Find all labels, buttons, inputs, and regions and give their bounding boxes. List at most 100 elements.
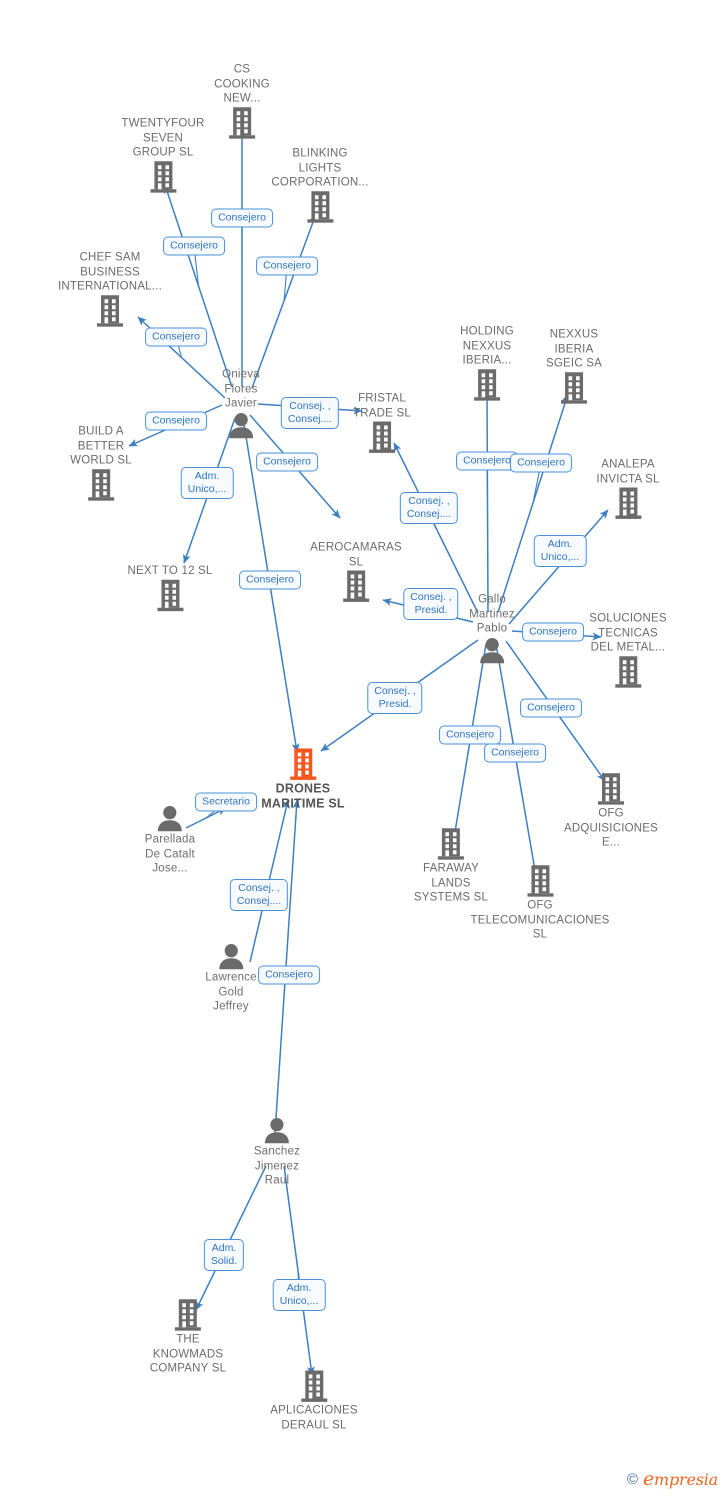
node-holding-nexxus[interactable]: HOLDING NEXXUS IBERIA...	[460, 324, 514, 402]
person-avatar-icon	[219, 944, 243, 970]
company-building-icon	[560, 371, 587, 404]
company-icon-wrap	[310, 570, 402, 604]
company-building-icon	[369, 421, 395, 453]
company-building-icon	[438, 828, 464, 860]
node-aplicaciones-deraul[interactable]: APLICACIONES DERAUL SL	[270, 1370, 358, 1433]
node-label: BUILD A BETTER WORLD SL	[70, 425, 132, 467]
node-gallo-martinez[interactable]: Gallo Martinez Pablo	[469, 592, 515, 664]
node-label: TWENTYFOUR SEVEN GROUP SL	[121, 117, 205, 159]
node-analepa-invicta[interactable]: ANALEPA INVICTA SL	[596, 458, 659, 521]
edge-label-gallo-martinez-to-holding-nexxus[interactable]: Consejero	[456, 451, 518, 471]
node-knowmads[interactable]: THE KNOWMADS COMPANY SL	[150, 1298, 226, 1376]
edge-label-onieva-flores-to-chef-sam[interactable]: Consejero	[145, 327, 207, 347]
edge-label-sanchez-jimenez-to-drones-maritime[interactable]: Consejero	[258, 965, 320, 985]
node-twentyfour-seven[interactable]: TWENTYFOUR SEVEN GROUP SL	[121, 116, 204, 194]
node-chef-sam[interactable]: CHEF SAM BUSINESS INTERNATIONAL...	[58, 250, 162, 328]
company-building-icon	[96, 294, 123, 327]
company-building-icon	[301, 1370, 327, 1402]
company-icon-wrap	[214, 106, 270, 140]
edge-label-gallo-martinez-to-soluciones-metal[interactable]: Consejero	[522, 622, 584, 642]
copyright-icon: ©	[626, 1470, 638, 1488]
node-onieva-flores[interactable]: Onieva Flores Javier	[222, 367, 260, 439]
company-building-icon	[473, 368, 500, 401]
company-building-icon	[527, 865, 553, 897]
edge-label-gallo-martinez-to-aerocamaras[interactable]: Consej. , Presid.	[403, 588, 459, 620]
company-icon-wrap	[596, 487, 659, 521]
node-nexxus-iberia[interactable]: NEXXUS IBERIA SGEIC SA	[546, 327, 602, 405]
person-icon-wrap	[145, 804, 195, 832]
edge-onieva-flores-to-blinking-lights	[251, 213, 317, 389]
company-icon-wrap	[270, 1370, 357, 1404]
edge-label-gallo-martinez-to-drones-maritime[interactable]: Consej. , Presid.	[367, 682, 423, 714]
node-label: OFG TELECOMUNICACIONES SL	[470, 899, 610, 941]
company-icon-wrap	[589, 655, 666, 689]
node-sanchez-jimenez[interactable]: Sanchez Jimenez Raul	[254, 1116, 300, 1188]
node-label: FRISTAL TRADE SL	[353, 392, 411, 420]
edge-label-onieva-flores-to-cs-cooking[interactable]: Consejero	[211, 208, 273, 228]
company-building-icon	[289, 748, 316, 780]
company-icon-wrap	[414, 827, 488, 861]
person-icon-wrap	[205, 942, 256, 970]
edge-label-gallo-martinez-to-ofg-adquisiciones[interactable]: Consejero	[520, 698, 582, 718]
company-icon-wrap	[261, 748, 344, 782]
edge-label-lawrence-gold-to-drones-maritime[interactable]: Consej. , Consej....	[229, 879, 289, 911]
node-label: AEROCAMARAS SL	[310, 541, 402, 569]
edge-label-gallo-martinez-to-fristal-trade[interactable]: Consej. , Consej....	[399, 492, 459, 524]
watermark: © empresia	[627, 1468, 718, 1490]
node-build-better[interactable]: BUILD A BETTER WORLD SL	[70, 424, 132, 502]
relationship-graph: CS COOKING NEW... TWENTYFOUR SEVEN GROUP …	[0, 0, 728, 1500]
company-icon-wrap	[150, 1298, 226, 1332]
node-drones-maritime[interactable]: DRONES MARITIME SL	[261, 748, 345, 811]
node-fristal-trade[interactable]: FRISTAL TRADE SL	[353, 392, 411, 455]
company-icon-wrap	[70, 468, 132, 502]
node-label: Parellada De Catalt Jose...	[144, 833, 196, 875]
edge-label-gallo-martinez-to-nexxus-iberia[interactable]: Consejero	[510, 453, 572, 473]
person-icon-wrap	[469, 636, 515, 664]
edge-gallo-martinez-to-holding-nexxus	[483, 390, 491, 613]
empresia-logo-text: mpresia	[654, 1470, 718, 1489]
edge-label-onieva-flores-to-twentyfour-seven[interactable]: Consejero	[163, 236, 225, 256]
company-building-icon	[174, 1299, 201, 1331]
node-label: APLICACIONES DERAUL SL	[270, 1404, 358, 1432]
person-avatar-icon	[479, 637, 504, 663]
node-blinking-lights[interactable]: BLINKING LIGHTS CORPORATION...	[271, 146, 368, 224]
node-ofg-adquisiciones[interactable]: OFG ADQUISICIONES E...	[564, 772, 658, 850]
node-parellada-catalt[interactable]: Parellada De Catalt Jose...	[145, 804, 195, 876]
edge-label-onieva-flores-to-next-to-12[interactable]: Adm. Unico,...	[180, 467, 234, 499]
edge-label-onieva-flores-to-build-better[interactable]: Consejero	[145, 411, 207, 431]
company-building-icon	[307, 190, 333, 223]
edge-label-sanchez-jimenez-to-aplicaciones-deraul[interactable]: Adm. Unico,...	[272, 1279, 326, 1311]
company-icon-wrap	[470, 864, 609, 898]
company-building-icon	[229, 106, 255, 139]
company-icon-wrap	[546, 371, 602, 405]
node-lawrence-gold[interactable]: Lawrence Gold Jeffrey	[205, 942, 257, 1014]
edge-label-onieva-flores-to-aerocamaras[interactable]: Consejero	[256, 452, 318, 472]
company-building-icon	[157, 579, 183, 611]
node-label: CS COOKING NEW...	[214, 63, 270, 105]
edge-label-onieva-flores-to-drones-maritime[interactable]: Consejero	[239, 570, 301, 590]
node-ofg-telecom[interactable]: OFG TELECOMUNICACIONES SL	[470, 864, 609, 942]
node-soluciones-metal[interactable]: SOLUCIONES TECNICAS DEL METAL...	[589, 611, 667, 689]
edge-label-gallo-martinez-to-faraway-lands[interactable]: Consejero	[439, 725, 501, 745]
edge-gallo-martinez-to-nexxus-iberia	[497, 393, 570, 613]
company-building-icon	[149, 160, 176, 193]
company-icon-wrap	[271, 190, 368, 224]
edge-label-gallo-martinez-to-ofg-telecom[interactable]: Consejero	[484, 743, 546, 763]
node-aerocamaras[interactable]: AEROCAMARAS SL	[310, 541, 402, 604]
node-next-to-12[interactable]: NEXT TO 12 SL	[127, 564, 212, 613]
edge-label-sanchez-jimenez-to-knowmads[interactable]: Adm. Solid.	[203, 1239, 245, 1271]
company-building-icon	[614, 487, 641, 519]
edge-label-onieva-flores-to-blinking-lights[interactable]: Consejero	[256, 256, 318, 276]
company-icon-wrap	[353, 421, 411, 455]
node-label: DRONES MARITIME SL	[261, 781, 345, 811]
node-label: CHEF SAM BUSINESS INTERNATIONAL...	[58, 251, 162, 293]
edge-label-onieva-flores-to-fristal-trade[interactable]: Consej. , Consej....	[280, 397, 340, 429]
node-cs-cooking[interactable]: CS COOKING NEW...	[214, 62, 270, 140]
company-icon-wrap	[460, 368, 514, 402]
node-label: Lawrence Gold Jeffrey	[205, 971, 257, 1013]
edge-label-gallo-martinez-to-analepa-invicta[interactable]: Adm. Unico,...	[533, 535, 587, 567]
person-avatar-icon	[157, 806, 182, 832]
edge-label-parellada-catalt-to-drones-maritime[interactable]: Secretario	[195, 792, 257, 812]
company-building-icon	[614, 655, 641, 688]
company-icon-wrap	[564, 772, 658, 806]
